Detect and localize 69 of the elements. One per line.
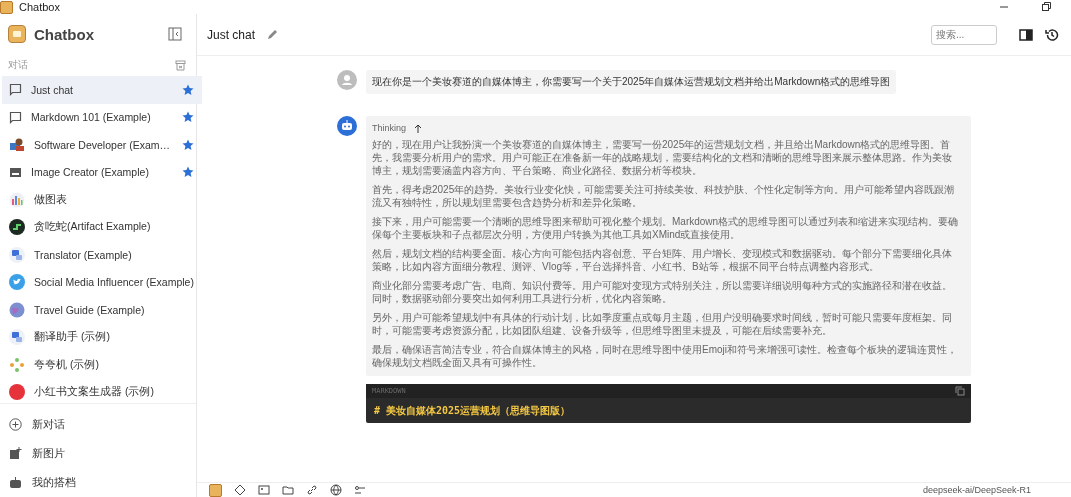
panel-icon[interactable] bbox=[1019, 27, 1033, 42]
user-message: 现在你是一个美妆赛道的自媒体博主，你需要写一个关于2025年自媒体运营规划文档并给出Markdown格式的思维导图 bbox=[366, 70, 897, 94]
add-image-icon bbox=[9, 447, 22, 460]
add-icon bbox=[9, 418, 22, 431]
thinking-paragraph: 最后，确保语言简洁专业，符合自媒体博主的风格，同时在思维导图中使用Emoji和符号来增强可读性。检查每个板块的逻辑连贯性，确保规划文档既全面又具有可操作性。 bbox=[372, 343, 958, 369]
app-icon[interactable] bbox=[209, 483, 222, 497]
sidebar-action[interactable]: 新图片 bbox=[0, 439, 196, 468]
brand-name: Chatbox bbox=[34, 25, 94, 43]
copy-icon[interactable] bbox=[955, 386, 965, 396]
star-icon[interactable] bbox=[181, 83, 194, 96]
conversation-item[interactable]: Just chat bbox=[2, 76, 202, 104]
thinking-paragraph: 然后，规划文档的结构要全面。核心方向可能包括内容创意、平台矩阵、用户增长、变现模式和数据驱动。每个部分下需要细化具体策略，比如内容方面细分教程、测评、Vlog等，平台选择抖音、小红书、B站等，根据不同平台特点调整内容形式。 bbox=[372, 247, 953, 273]
app-badge-icon bbox=[9, 384, 25, 401]
folder-icon[interactable] bbox=[282, 484, 294, 496]
snake-game-icon bbox=[9, 219, 25, 236]
thinking-paragraph: 好的，现在用户让我扮演一个美妆赛道的自媒体博主，需要写一份2025年的运营规划文档，并且给出Markdown格式的思维导图。首先，我需要分析用户的需求。用户可能正在准备新一年的战略规划，需要结构化的文档和清晰的思维导图来展示整体思路。作为美妆博主，规划需要涵盖内容方向、平台策略、商业化路径、数据分析等模块。 bbox=[372, 138, 953, 177]
edit-icon[interactable] bbox=[267, 29, 279, 40]
archive-icon[interactable] bbox=[175, 59, 186, 71]
code-line: # 美妆自媒体2025运营规划（思维导图版） bbox=[373, 404, 572, 418]
bird-icon bbox=[9, 274, 25, 291]
history-icon[interactable] bbox=[1045, 27, 1059, 42]
chat-bubble-icon bbox=[9, 83, 22, 97]
thinking-paragraph: 商业化部分需要考虑广告、电商、知识付费等。用户可能对变现方式特别关注，所以需要详细说明每种方式的实施路径和潜在收益。同时，数据驱动部分要突出如何利用工具进行分析，优化内容策略。 bbox=[372, 279, 953, 305]
thinking-paragraph: 另外，用户可能希望规划中有具体的行动计划，比如季度重点或每月主题，但用户没明确要求时间线，暂时可能只需要年度框架。同时，可能需要考虑资源分配，比如团队组建、设备升级等，但思维导图里未提及，可能在后续需要补充。 bbox=[372, 311, 953, 337]
search-field[interactable]: 搜索... bbox=[931, 24, 997, 45]
star-icon[interactable] bbox=[181, 138, 194, 151]
developer-icon bbox=[9, 136, 25, 153]
conversation-item[interactable]: Image Creator (Example) bbox=[2, 158, 202, 186]
chat-bubble-icon bbox=[9, 110, 22, 124]
thinking-label[interactable]: Thinking bbox=[372, 123, 407, 133]
window-title: Chatbox bbox=[19, 1, 60, 13]
conversation-item[interactable]: 做图表 bbox=[2, 186, 202, 214]
conversation-item[interactable]: Software Developer (Exam… bbox=[2, 131, 202, 159]
globe-icon bbox=[9, 301, 25, 318]
model-selector[interactable]: deepseek-ai/DeepSeek-R1 bbox=[922, 485, 1031, 495]
conversation-item[interactable]: 小红书文案生成器 (示例) bbox=[2, 378, 202, 406]
conversation-item[interactable]: Social Media Influencer (Example) bbox=[2, 268, 202, 296]
bar-chart-icon bbox=[9, 191, 25, 208]
sidebar-collapse-icon[interactable] bbox=[168, 27, 182, 41]
eraser-icon[interactable] bbox=[234, 484, 246, 496]
collapse-arrow-icon[interactable] bbox=[414, 123, 423, 133]
globe-icon[interactable] bbox=[330, 484, 342, 496]
image-icon bbox=[9, 165, 22, 179]
section-label: 对话 bbox=[8, 58, 28, 72]
conversation-item[interactable]: Travel Guide (Example) bbox=[2, 296, 202, 324]
sidebar-action[interactable]: 我的搭档 bbox=[0, 468, 196, 497]
chat-title: Just chat bbox=[207, 27, 256, 42]
app-icon bbox=[0, 0, 13, 14]
conversation-item[interactable]: 夸夸机 (示例) bbox=[2, 351, 202, 379]
star-icon[interactable] bbox=[181, 166, 194, 179]
flower-icon bbox=[9, 356, 25, 373]
logo-icon bbox=[8, 25, 26, 43]
robot-icon bbox=[9, 476, 22, 489]
conversation-item[interactable]: 贪吃蛇(Artifact Example) bbox=[2, 213, 202, 241]
image-icon[interactable] bbox=[258, 484, 270, 496]
settings-icon[interactable] bbox=[354, 484, 366, 496]
user-avatar-icon bbox=[337, 70, 357, 90]
conversation-item[interactable]: 翻译助手 (示例) bbox=[2, 323, 202, 351]
thinking-paragraph: 接下来，用户可能需要一个清晰的思维导图来帮助可视化整个规划。Markdown格式的思维导图可以通过列表和缩进来实现结构。要确保每个主要板块和子点都层次分明，方便用户转换为其他工具如XMind或直接使用。 bbox=[372, 215, 960, 241]
translate-icon bbox=[9, 246, 25, 263]
sidebar-action[interactable]: 新对话 bbox=[0, 410, 196, 439]
conversation-item[interactable]: Translator (Example) bbox=[2, 241, 202, 269]
star-icon[interactable] bbox=[181, 111, 194, 124]
conversation-item[interactable]: Markdown 101 (Example) bbox=[2, 103, 202, 131]
assistant-avatar-icon bbox=[337, 116, 357, 136]
restore-icon[interactable] bbox=[1041, 2, 1051, 12]
thinking-paragraph: 首先，得考虑2025年的趋势。美妆行业变化快，可能需要关注可持续美妆、科技护肤、个性化定制等方向。用户可能希望内容既跟潮流又有独特性，所以规划里需要包含趋势分析和差异化策略。 bbox=[372, 183, 956, 209]
translate-icon bbox=[9, 329, 25, 346]
link-icon[interactable] bbox=[306, 484, 318, 496]
